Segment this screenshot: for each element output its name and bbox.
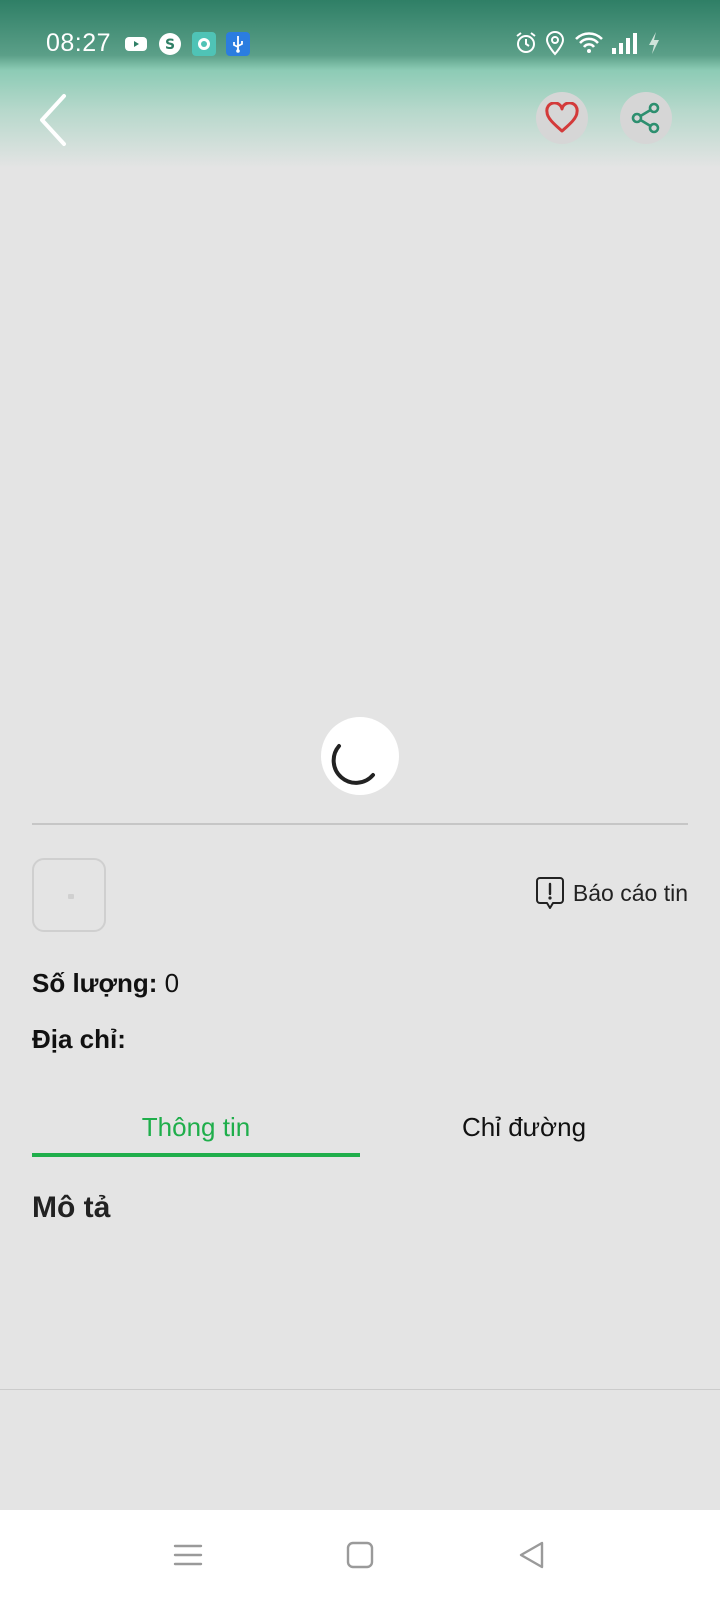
- svg-text:S: S: [165, 37, 175, 53]
- image-divider: [32, 823, 688, 825]
- menu-icon[interactable]: [171, 1538, 205, 1572]
- status-time: 08:27: [46, 29, 112, 57]
- bottom-divider: [0, 1389, 720, 1390]
- image-placeholder-icon: [68, 894, 74, 899]
- usb-icon: [226, 32, 250, 56]
- wifi-icon: [575, 32, 603, 53]
- tab-bar: Thông tin Chỉ đường: [32, 1098, 688, 1157]
- skype-icon: S: [159, 33, 181, 55]
- report-label: Báo cáo tin: [572, 879, 688, 906]
- share-button[interactable]: [620, 92, 672, 144]
- address-label: Địa chỉ:: [32, 1024, 126, 1054]
- home-icon[interactable]: [343, 1538, 377, 1572]
- location-icon: [545, 31, 565, 56]
- back-button[interactable]: [34, 92, 74, 148]
- tab-info[interactable]: Thông tin: [32, 1098, 360, 1156]
- heart-icon: [545, 102, 579, 133]
- signal-icon: [612, 33, 637, 54]
- report-icon: [535, 877, 564, 909]
- back-icon[interactable]: [515, 1538, 549, 1572]
- tab-active-indicator: [32, 1153, 360, 1157]
- quantity-label: Số lượng:: [32, 968, 158, 998]
- loading-spinner: [321, 717, 399, 795]
- share-icon: [631, 102, 660, 134]
- spinner-arc-icon: [331, 744, 375, 785]
- address-row: Địa chỉ:: [32, 1024, 126, 1055]
- chevron-left-icon: [40, 94, 66, 146]
- favorite-button[interactable]: [536, 92, 588, 144]
- tab-directions[interactable]: Chỉ đường: [360, 1098, 688, 1156]
- alarm-icon: [516, 32, 536, 53]
- quantity-value: 0: [164, 968, 180, 998]
- system-nav-bar: [0, 1510, 720, 1600]
- report-button[interactable]: Báo cáo tin: [535, 876, 688, 910]
- status-bar: 08:27 S: [0, 0, 720, 64]
- shop-thumbnail[interactable]: [32, 858, 106, 932]
- youtube-icon: [125, 37, 147, 51]
- app-icon: [192, 32, 216, 56]
- quantity-row: Số lượng: 0: [32, 968, 179, 999]
- charging-icon: [649, 32, 659, 54]
- description-title: Mô tả: [32, 1191, 111, 1224]
